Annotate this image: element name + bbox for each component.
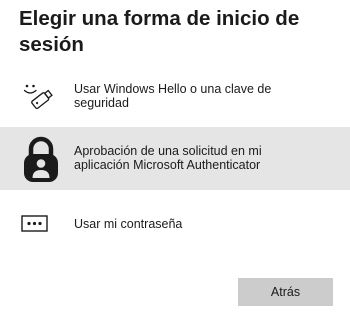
option-authenticator[interactable]: Aprobación de una solicitud en mi aplica… <box>0 127 350 190</box>
option-windows-hello[interactable]: Usar Windows Hello o una clave de seguri… <box>0 71 350 123</box>
authenticator-lock-icon <box>21 135 61 183</box>
option-password[interactable]: Usar mi contraseña <box>0 205 350 245</box>
back-button[interactable]: Atrás <box>238 278 333 306</box>
dialog-title: Elegir una forma de inicio de sesión <box>19 7 300 56</box>
option-password-label: Usar mi contraseña <box>74 217 183 231</box>
windows-hello-key-icon <box>21 81 55 111</box>
option-windows-hello-label: Usar Windows Hello o una clave de seguri… <box>74 82 272 110</box>
password-dots-icon <box>21 213 49 235</box>
option-authenticator-label: Aprobación de una solicitud en mi aplica… <box>74 144 262 172</box>
